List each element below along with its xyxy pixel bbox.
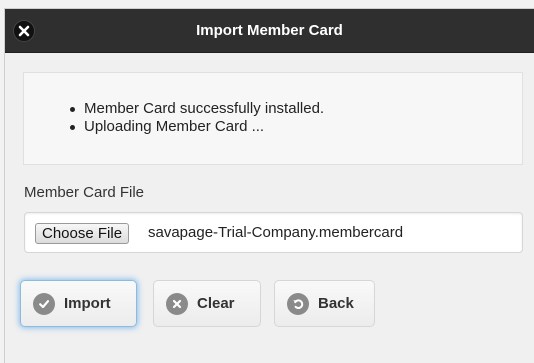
status-message-uploading: Uploading Member Card ... [68,118,324,136]
dialog-header: Import Member Card [5,9,534,53]
member-card-file-label: Member Card File [24,184,145,201]
dialog-title: Import Member Card [196,22,343,39]
undo-circle-icon [287,292,309,315]
status-message-installed: Member Card successfully installed. [68,100,324,118]
choose-file-button[interactable]: Choose File [35,223,130,244]
clear-button[interactable]: Clear [153,280,261,327]
back-button-label: Back [318,295,354,312]
back-button[interactable]: Back [274,280,375,327]
selected-file-name: savapage-Trial-Company.membercard [148,224,404,241]
check-circle-icon [33,292,55,315]
status-list: Member Card successfully installed. Uplo… [68,100,324,136]
import-button-label: Import [64,295,111,312]
import-button[interactable]: Import [20,280,137,327]
status-panel: Member Card successfully installed. Uplo… [23,72,523,165]
import-member-card-dialog: Import Member Card Member Card successfu… [4,8,534,363]
x-circle-icon [166,292,188,315]
member-card-file-input[interactable]: Choose File savapage-Trial-Company.membe… [24,212,523,253]
clear-button-label: Clear [197,295,235,312]
